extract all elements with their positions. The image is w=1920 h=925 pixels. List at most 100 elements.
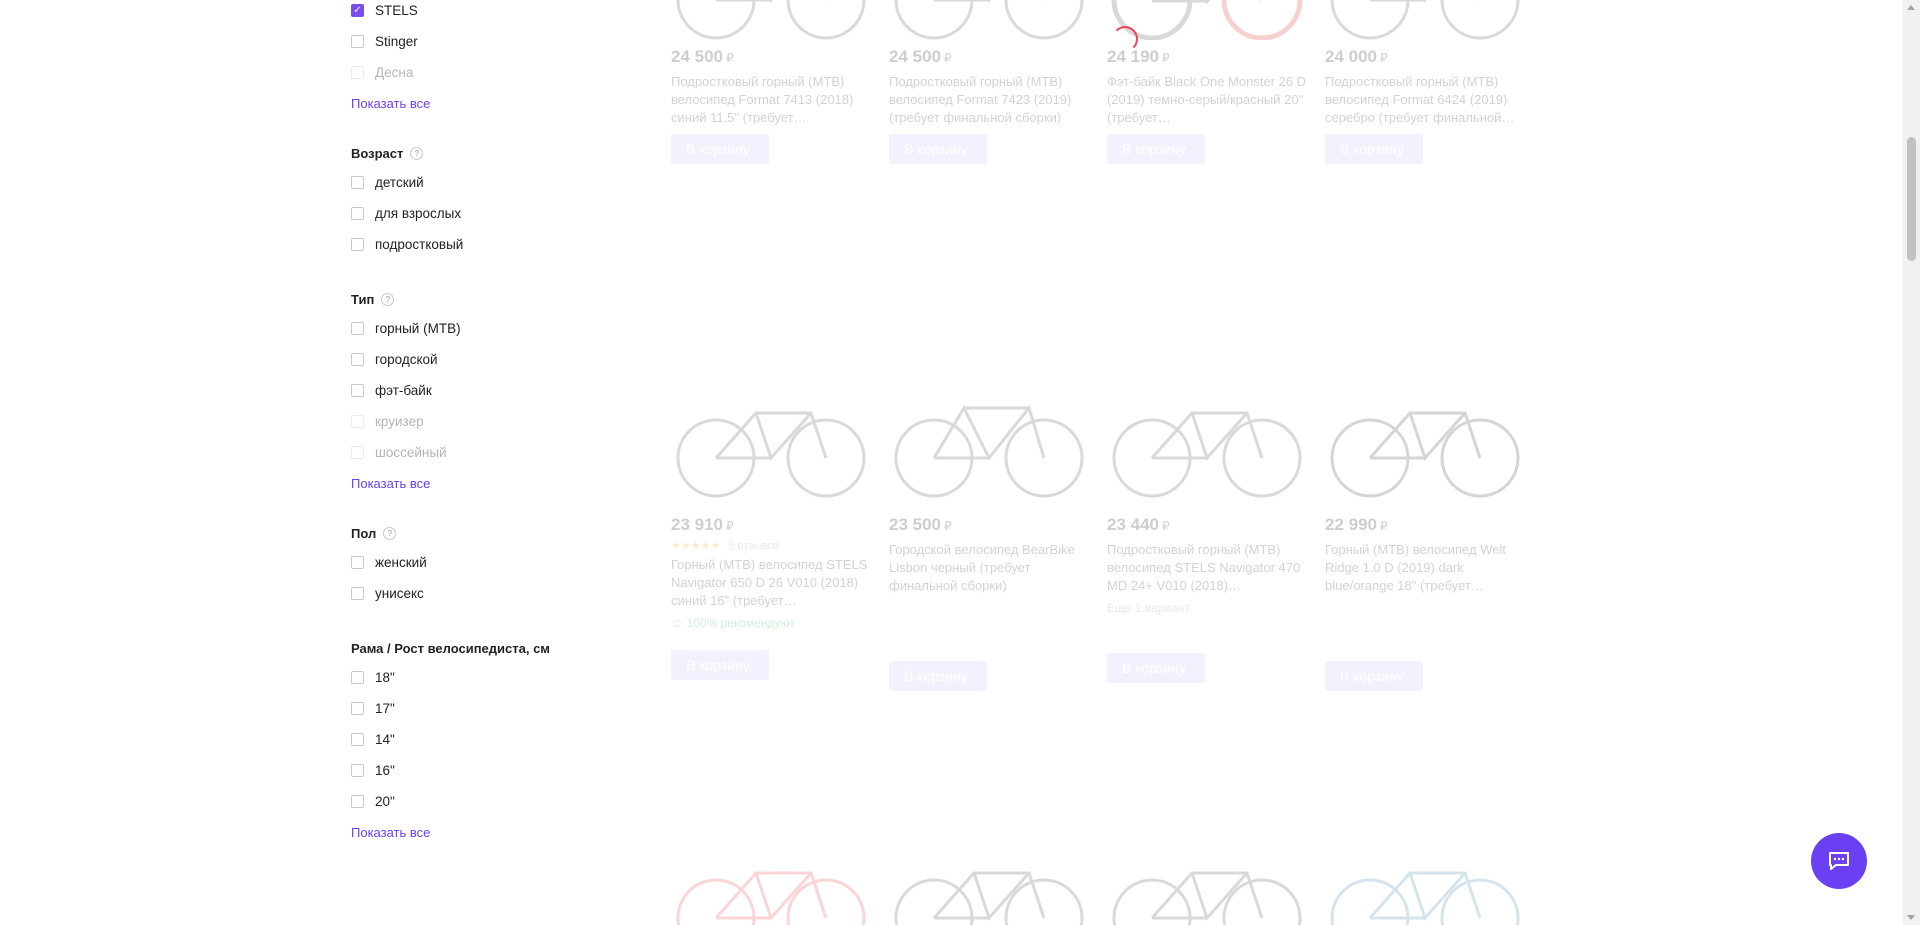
product-title[interactable]: Подростковый горный (MTB) велосипед STEL… — [1107, 541, 1307, 595]
checkbox[interactable] — [351, 671, 364, 684]
product-title[interactable]: Фэт-байк Black One Monster 26 D (2019) т… — [1107, 73, 1307, 127]
checkbox[interactable] — [351, 384, 364, 397]
scroll-down-icon[interactable] — [1907, 915, 1915, 920]
show-all-link[interactable]: Показать все — [351, 94, 611, 114]
checkbox[interactable] — [351, 587, 364, 600]
checkbox — [351, 66, 364, 79]
show-all-link[interactable]: Показать все — [351, 474, 611, 494]
product-card[interactable]: 23 440 ₽ Подростковый горный (MTB) велоси… — [1107, 378, 1307, 683]
product-card[interactable]: 24 500 ₽ Подростковый горный (MTB) велоси… — [671, 0, 871, 164]
checkbox[interactable] — [351, 733, 364, 746]
add-to-cart-button[interactable]: В корзину — [889, 134, 987, 164]
filter-gender-female[interactable]: женский — [351, 547, 611, 578]
bike-image[interactable] — [1325, 838, 1525, 925]
help-icon[interactable]: ? — [410, 146, 424, 160]
add-to-cart-button[interactable]: В корзину — [1325, 661, 1423, 691]
chat-button[interactable] — [1811, 833, 1867, 889]
filter-age-adult[interactable]: для взрослых — [351, 198, 611, 229]
checkbox[interactable] — [351, 207, 364, 220]
checkbox[interactable] — [351, 702, 364, 715]
scroll-up-icon[interactable] — [1907, 5, 1915, 10]
bike-image[interactable] — [671, 838, 871, 925]
checkbox[interactable] — [351, 556, 364, 569]
checkbox[interactable] — [351, 238, 364, 251]
product-card[interactable] — [1325, 838, 1525, 925]
product-card[interactable]: 23 910 ₽ ★★★★★ 5 отзывов Горный (MTB) вело… — [671, 378, 871, 680]
bike-image[interactable] — [889, 0, 1089, 40]
add-to-cart-button[interactable]: В корзину — [1107, 653, 1205, 683]
bike-image[interactable] — [671, 378, 871, 503]
more-variants-link[interactable]: Еще 1 вариант — [1107, 601, 1307, 615]
product-card[interactable] — [671, 838, 871, 925]
filter-option-label: горный (MTB) — [375, 321, 461, 336]
filter-brand-stinger[interactable]: Stinger — [351, 26, 611, 57]
price: 24 500 — [671, 47, 723, 66]
filter-frame-18[interactable]: 18" — [351, 662, 611, 693]
checkbox[interactable] — [351, 35, 364, 48]
product-title[interactable]: Горный (MTB) велосипед Welt Ridge 1.0 D … — [1325, 541, 1525, 595]
product-card[interactable]: 24 500 ₽ Подростковый горный (MTB) велоси… — [889, 0, 1089, 164]
filter-frame-14[interactable]: 14" — [351, 724, 611, 755]
page-scrollbar[interactable] — [1903, 0, 1920, 925]
add-to-cart-button[interactable]: В корзину — [1325, 134, 1423, 164]
bike-image[interactable] — [889, 838, 1089, 925]
currency: ₽ — [726, 519, 734, 533]
bike-image[interactable] — [671, 0, 871, 40]
product-card[interactable] — [889, 838, 1089, 925]
rating[interactable]: ★★★★★ 5 отзывов — [671, 539, 871, 552]
product-card[interactable]: 23 500 ₽ Городской велосипед BearBike Lis… — [889, 378, 1089, 691]
show-all-link[interactable]: Показать все — [351, 823, 611, 843]
filter-type-fatbike[interactable]: фэт-байк — [351, 375, 611, 406]
filter-frame-17[interactable]: 17" — [351, 693, 611, 724]
add-to-cart-button[interactable]: В корзину — [889, 661, 987, 691]
product-title[interactable]: Городской велосипед BearBike Lisbon черн… — [889, 541, 1089, 595]
filter-option-label: шоссейный — [375, 445, 447, 460]
add-to-cart-button[interactable]: В корзину — [1107, 134, 1205, 164]
filter-type: Тип ? горный (MTB) городской фэт-байк кр… — [351, 288, 611, 494]
reviews-count[interactable]: 5 отзывов — [728, 540, 779, 552]
filter-type-cruiser: круизер — [351, 406, 611, 437]
filter-gender-unisex[interactable]: унисекс — [351, 578, 611, 609]
product-title[interactable]: Подростковый горный (MTB) велосипед Form… — [671, 73, 871, 127]
checkbox[interactable] — [351, 795, 364, 808]
add-to-cart-button[interactable]: В корзину — [671, 650, 769, 680]
product-title[interactable]: Подростковый горный (MTB) велосипед Form… — [889, 73, 1089, 127]
checkbox[interactable] — [351, 764, 364, 777]
bike-image[interactable] — [889, 378, 1089, 503]
scroll-thumb[interactable] — [1907, 137, 1916, 261]
price: 24 500 — [889, 47, 941, 66]
filter-option-label: Stinger — [375, 34, 418, 49]
price: 23 500 — [889, 515, 941, 534]
product-title[interactable]: Горный (MTB) велосипед STELS Navigator 6… — [671, 556, 871, 610]
bike-image[interactable] — [1325, 0, 1525, 40]
filter-option-label: женский — [375, 555, 427, 570]
checkbox[interactable] — [351, 353, 364, 366]
bike-image[interactable] — [1107, 838, 1307, 925]
product-card[interactable]: 24 000 ₽ Подростковый горный (MTB) велоси… — [1325, 0, 1525, 164]
filter-brand-stels[interactable]: ✓ STELS — [351, 0, 611, 26]
bike-image[interactable] — [1107, 378, 1307, 503]
product-card[interactable]: 22 990 ₽ Горный (MTB) велосипед Welt Ridg… — [1325, 378, 1525, 691]
help-icon[interactable]: ? — [381, 292, 395, 306]
product-card[interactable]: 24 190 ₽ Фэт-байк Black One Monster 26 D … — [1107, 0, 1307, 164]
product-title[interactable]: Подростковый горный (MTB) велосипед Form… — [1325, 73, 1525, 127]
add-to-cart-button[interactable]: В корзину — [671, 134, 769, 164]
filter-option-label: STELS — [375, 3, 418, 18]
filter-type-mtb[interactable]: горный (MTB) — [351, 313, 611, 344]
help-icon[interactable]: ? — [383, 526, 397, 540]
filter-age-teen[interactable]: подростковый — [351, 229, 611, 260]
bike-image[interactable] — [1325, 378, 1525, 503]
checkbox[interactable] — [351, 176, 364, 189]
price: 24 000 — [1325, 47, 1377, 66]
filter-type-city[interactable]: городской — [351, 344, 611, 375]
filter-frame-20[interactable]: 20" — [351, 786, 611, 817]
filters-sidebar: ✓ STELS Stinger Десна Показать все Возра… — [351, 0, 611, 843]
currency: ₽ — [726, 51, 734, 65]
checkbox[interactable] — [351, 322, 364, 335]
currency: ₽ — [944, 51, 952, 65]
filter-option-label: 18" — [375, 670, 395, 685]
filter-frame-16[interactable]: 16" — [351, 755, 611, 786]
filter-age-child[interactable]: детский — [351, 167, 611, 198]
product-card[interactable] — [1107, 838, 1307, 925]
checkmark-icon[interactable]: ✓ — [351, 4, 364, 17]
